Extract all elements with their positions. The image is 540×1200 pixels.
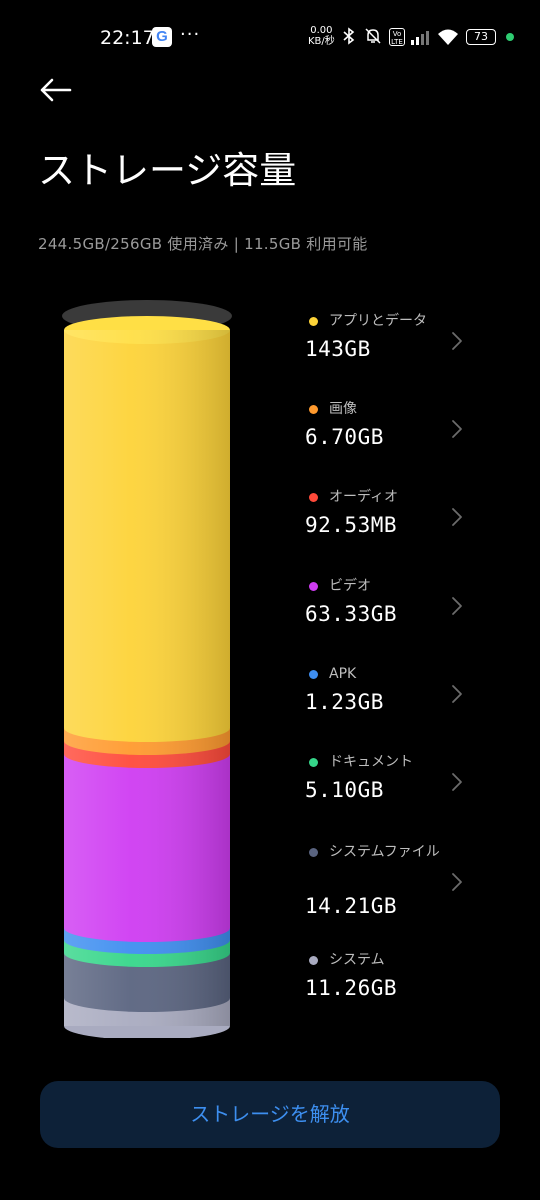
- network-speed-unit: KB/秒: [308, 36, 335, 47]
- more-notifications-icon: ···: [180, 24, 201, 45]
- legend-item[interactable]: APK 1.23GB: [305, 658, 505, 728]
- legend-color-dot: [309, 493, 318, 502]
- legend-item[interactable]: オーディオ 92.53MB: [305, 481, 505, 551]
- legend-name: ドキュメント: [329, 754, 413, 770]
- chevron-right-icon: [452, 873, 462, 891]
- legend-name: オーディオ: [329, 489, 399, 505]
- legend-size: 1.23GB: [305, 690, 384, 714]
- legend-size: 143GB: [305, 337, 371, 361]
- legend-item[interactable]: 画像 6.70GB: [305, 393, 505, 463]
- legend-size: 92.53MB: [305, 513, 398, 537]
- legend-name: システムファイル: [329, 844, 440, 860]
- legend-item[interactable]: ドキュメント 5.10GB: [305, 746, 505, 816]
- legend-color-dot: [309, 758, 318, 767]
- signal-icon: [410, 29, 434, 45]
- network-speed-value: 0.00: [310, 25, 333, 36]
- privacy-indicator: [506, 33, 514, 41]
- legend-color-dot: [309, 317, 318, 326]
- legend-size: 11.26GB: [305, 976, 398, 1000]
- network-speed: 0.00 KB/秒: [308, 25, 335, 47]
- legend-color-dot: [309, 956, 318, 965]
- wifi-icon: [437, 28, 459, 46]
- cylinder-shading: [64, 330, 230, 1026]
- chevron-right-icon: [452, 508, 462, 526]
- chevron-right-icon: [452, 773, 462, 791]
- chevron-right-icon: [452, 332, 462, 350]
- google-app-icon: G: [152, 27, 172, 47]
- back-button[interactable]: [38, 72, 74, 108]
- storage-cylinder-chart: [62, 300, 232, 1038]
- status-bar: 22:17 G ··· 0.00 KB/秒 Vo LTE 73: [0, 0, 540, 70]
- legend-item[interactable]: ビデオ 63.33GB: [305, 570, 505, 640]
- legend-item[interactable]: アプリとデータ 143GB: [305, 305, 505, 375]
- legend-color-dot: [309, 582, 318, 591]
- legend-item[interactable]: システムファイル 14.21GB: [305, 836, 505, 918]
- chevron-right-icon: [452, 597, 462, 615]
- chevron-right-icon: [452, 685, 462, 703]
- battery-icon: 73: [466, 29, 496, 45]
- legend-item: システム 11.26GB: [305, 944, 505, 1014]
- free-storage-button[interactable]: ストレージを解放: [40, 1081, 500, 1148]
- storage-summary: 244.5GB/256GB 使用済み | 11.5GB 利用可能: [38, 235, 368, 253]
- legend-size: 63.33GB: [305, 602, 398, 626]
- volte-icon: Vo LTE: [389, 28, 405, 46]
- legend-name: APK: [329, 666, 357, 682]
- mute-bell-icon: [364, 27, 382, 49]
- legend-size: 6.70GB: [305, 425, 384, 449]
- legend-color-dot: [309, 670, 318, 679]
- back-arrow-icon: [40, 78, 72, 102]
- legend-size: 14.21GB: [305, 894, 398, 918]
- chevron-right-icon: [452, 420, 462, 438]
- legend-name: アプリとデータ: [329, 313, 427, 329]
- legend-name: システム: [329, 952, 385, 968]
- legend-size: 5.10GB: [305, 778, 384, 802]
- status-time: 22:17: [100, 27, 155, 49]
- legend-name: ビデオ: [329, 578, 371, 594]
- legend-color-dot: [309, 848, 318, 857]
- legend-name: 画像: [329, 401, 357, 417]
- bluetooth-icon: [342, 27, 356, 49]
- legend-color-dot: [309, 405, 318, 414]
- page-title: ストレージ容量: [38, 149, 297, 192]
